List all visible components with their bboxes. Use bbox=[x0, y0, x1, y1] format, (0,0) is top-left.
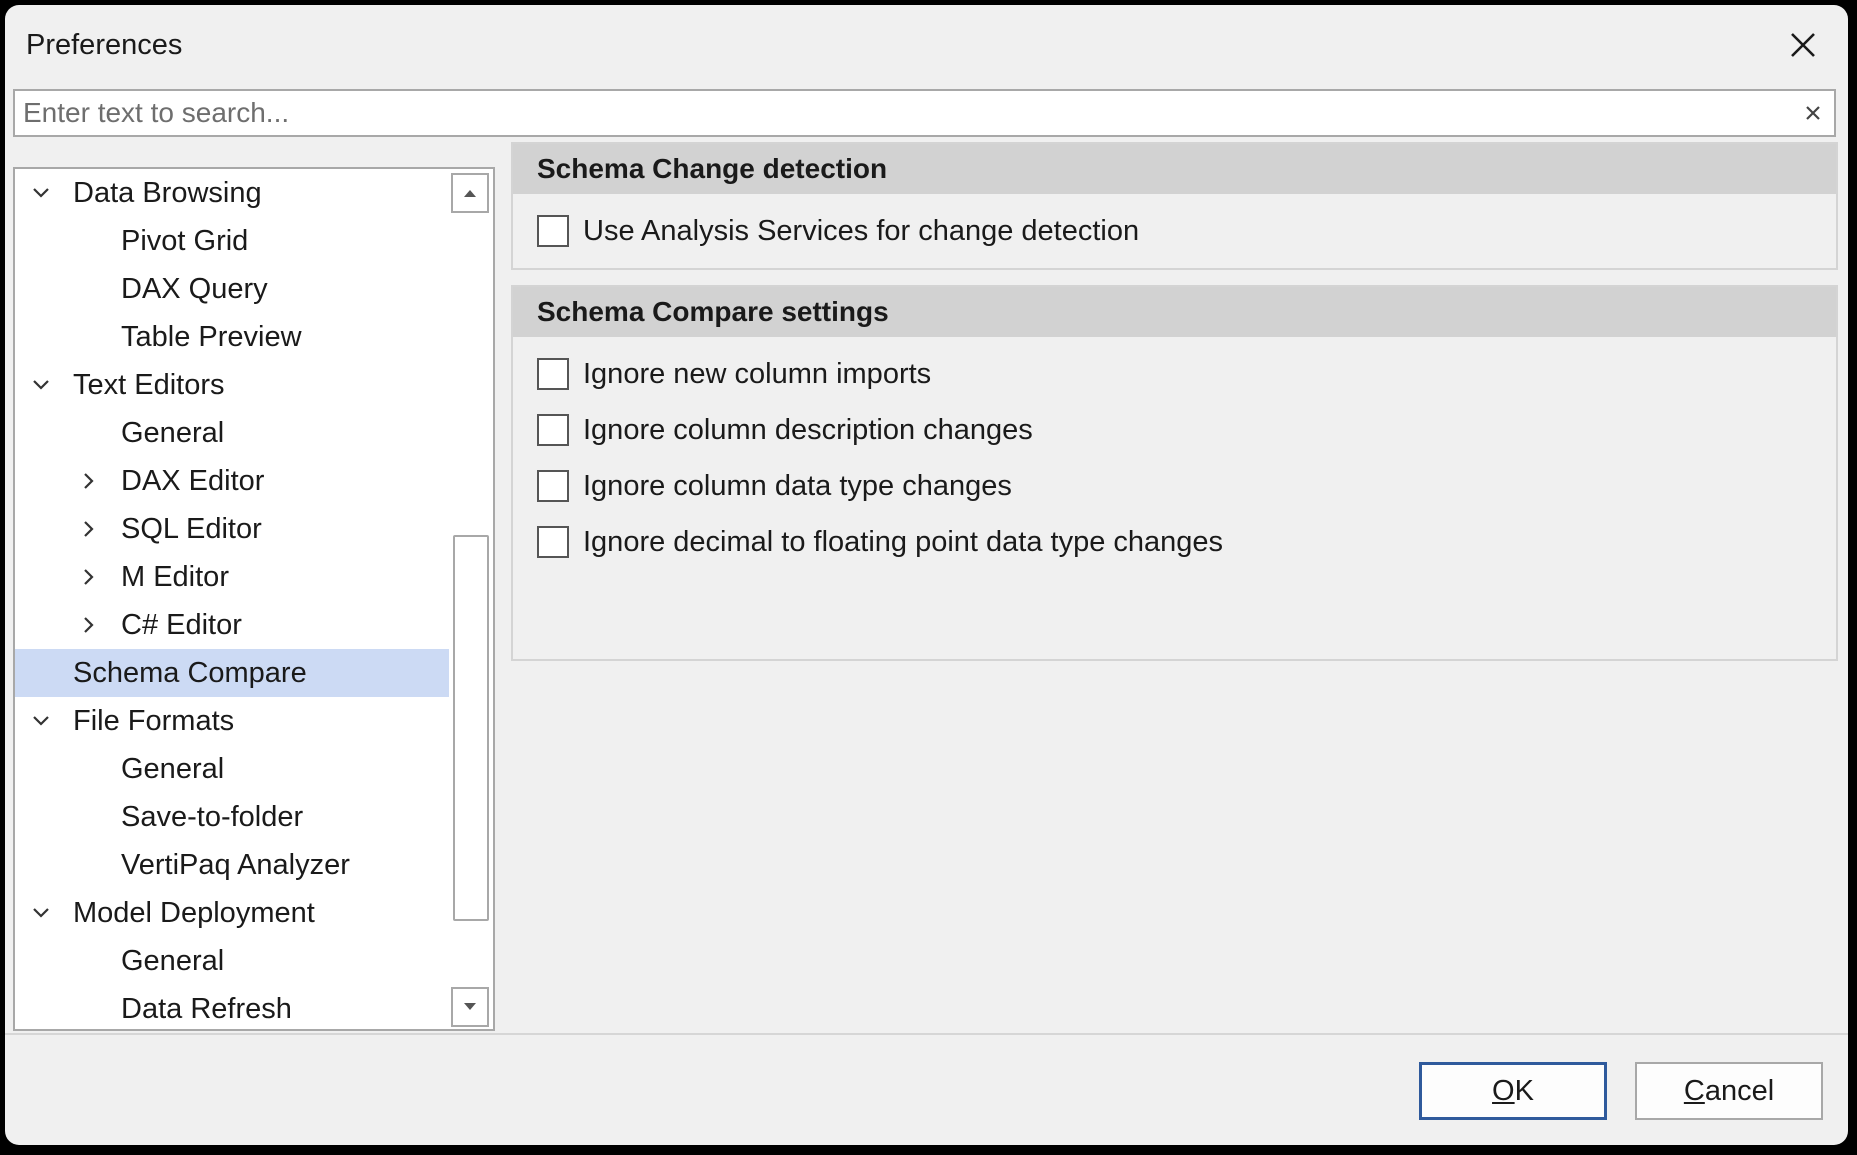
tree-item[interactable]: Table Preview bbox=[15, 313, 449, 361]
option-label: Ignore decimal to floating point data ty… bbox=[583, 525, 1224, 558]
dialog-title: Preferences bbox=[26, 29, 183, 61]
group-header: Schema Change detection bbox=[513, 144, 1836, 194]
close-icon bbox=[1791, 33, 1815, 57]
scroll-down-icon bbox=[464, 1003, 476, 1010]
tree-item-label: General bbox=[121, 417, 225, 449]
tree-item-label: File Formats bbox=[73, 705, 235, 737]
tree-item[interactable]: General bbox=[15, 745, 449, 793]
tree-item-label: Model Deployment bbox=[73, 897, 315, 929]
scroll-up-icon bbox=[464, 190, 476, 197]
option-label: Ignore column data type changes bbox=[583, 469, 1012, 502]
clear-search-button[interactable] bbox=[1800, 100, 1826, 126]
tree-item-label: General bbox=[121, 753, 225, 785]
ignore-decimal-to-floating-point-option[interactable]: Ignore decimal to floating point data ty… bbox=[537, 525, 1223, 559]
option-label: Ignore column description changes bbox=[583, 413, 1033, 446]
chevron-down-icon[interactable] bbox=[29, 181, 53, 205]
cancel-button[interactable]: Cancel bbox=[1635, 1062, 1823, 1120]
chevron-down-icon[interactable] bbox=[29, 709, 53, 733]
scroll-up-button[interactable] bbox=[451, 173, 489, 213]
tree-item[interactable]: SQL Editor bbox=[15, 505, 449, 553]
chevron-down-icon[interactable] bbox=[29, 373, 53, 397]
cancel-mnemonic: C bbox=[1683, 1074, 1705, 1107]
tree-item-label: DAX Query bbox=[121, 273, 268, 305]
checkbox[interactable] bbox=[537, 470, 569, 502]
tree-item-label: Save-to-folder bbox=[121, 801, 304, 833]
tree-item[interactable]: File Formats bbox=[15, 697, 449, 745]
footer-divider bbox=[5, 1033, 1848, 1035]
close-button[interactable] bbox=[1758, 5, 1848, 85]
tree-item[interactable]: Data Browsing bbox=[15, 169, 449, 217]
tree-item-label: Data Browsing bbox=[73, 177, 262, 209]
search-input[interactable] bbox=[15, 91, 1783, 135]
tree-item[interactable]: General bbox=[15, 409, 449, 457]
scroll-down-button[interactable] bbox=[451, 987, 489, 1027]
tree-item[interactable]: VertiPaq Analyzer bbox=[15, 841, 449, 889]
tree-item[interactable]: M Editor bbox=[15, 553, 449, 601]
use-analysis-services-option[interactable]: Use Analysis Services for change detecti… bbox=[537, 214, 1139, 248]
ignore-column-description-changes-option[interactable]: Ignore column description changes bbox=[537, 413, 1033, 447]
tree-item-label: C# Editor bbox=[121, 609, 242, 641]
tree-item[interactable]: Text Editors bbox=[15, 361, 449, 409]
tree-item-label: Text Editors bbox=[73, 369, 225, 401]
checkbox[interactable] bbox=[537, 215, 569, 247]
tree-item-label: General bbox=[121, 945, 225, 977]
tree-item[interactable]: Pivot Grid bbox=[15, 217, 449, 265]
ok-button[interactable]: OK bbox=[1419, 1062, 1607, 1120]
tree-item[interactable]: Data Refresh bbox=[15, 985, 449, 1029]
tree-item[interactable]: Schema Compare bbox=[15, 649, 449, 697]
ok-mnemonic: O bbox=[1492, 1074, 1515, 1107]
schema-change-detection-group: Schema Change detection Use Analysis Ser… bbox=[511, 142, 1838, 270]
tree-scrollbar[interactable] bbox=[449, 169, 493, 1029]
chevron-right-icon[interactable] bbox=[77, 469, 101, 493]
tree-item-label: Pivot Grid bbox=[121, 225, 249, 257]
cancel-label-rest: ancel bbox=[1704, 1074, 1775, 1107]
tree-item[interactable]: Model Deployment bbox=[15, 889, 449, 937]
tree-item-label: DAX Editor bbox=[121, 465, 265, 497]
checkbox[interactable] bbox=[537, 414, 569, 446]
preferences-dialog: Preferences Data Browsing Pivot Grid DAX Q… bbox=[5, 5, 1848, 1145]
chevron-right-icon[interactable] bbox=[77, 517, 101, 541]
scroll-thumb[interactable] bbox=[453, 535, 489, 921]
checkbox[interactable] bbox=[537, 526, 569, 558]
tree-item[interactable]: C# Editor bbox=[15, 601, 449, 649]
tree-item-label: VertiPaq Analyzer bbox=[121, 849, 350, 881]
chevron-down-icon[interactable] bbox=[29, 901, 53, 925]
preferences-tree: Data Browsing Pivot Grid DAX Query Table Pr… bbox=[13, 167, 495, 1031]
tree-item-label: Schema Compare bbox=[73, 657, 307, 689]
tree-item-label: SQL Editor bbox=[121, 513, 262, 545]
title-bar: Preferences bbox=[5, 5, 1848, 85]
ok-label-rest: K bbox=[1514, 1074, 1534, 1107]
tree-item-label: M Editor bbox=[121, 561, 229, 593]
tree-item-label: Data Refresh bbox=[121, 993, 292, 1025]
tree-item-label: Table Preview bbox=[121, 321, 302, 353]
ignore-column-data-type-changes-option[interactable]: Ignore column data type changes bbox=[537, 469, 1012, 503]
chevron-right-icon[interactable] bbox=[77, 565, 101, 589]
chevron-right-icon[interactable] bbox=[77, 613, 101, 637]
checkbox[interactable] bbox=[537, 358, 569, 390]
group-header: Schema Compare settings bbox=[513, 287, 1836, 337]
option-label: Use Analysis Services for change detecti… bbox=[583, 214, 1140, 247]
tree-item[interactable]: General bbox=[15, 937, 449, 985]
tree-item[interactable]: DAX Editor bbox=[15, 457, 449, 505]
ignore-new-column-imports-option[interactable]: Ignore new column imports bbox=[537, 357, 931, 391]
tree-item[interactable]: Save-to-folder bbox=[15, 793, 449, 841]
clear-icon bbox=[1806, 106, 1820, 120]
tree-items: Data Browsing Pivot Grid DAX Query Table Pr… bbox=[15, 169, 449, 1029]
tree-item[interactable]: DAX Query bbox=[15, 265, 449, 313]
schema-compare-settings-group: Schema Compare settings Ignore new colum… bbox=[511, 285, 1838, 661]
search-box bbox=[13, 89, 1836, 137]
option-label: Ignore new column imports bbox=[583, 357, 932, 390]
